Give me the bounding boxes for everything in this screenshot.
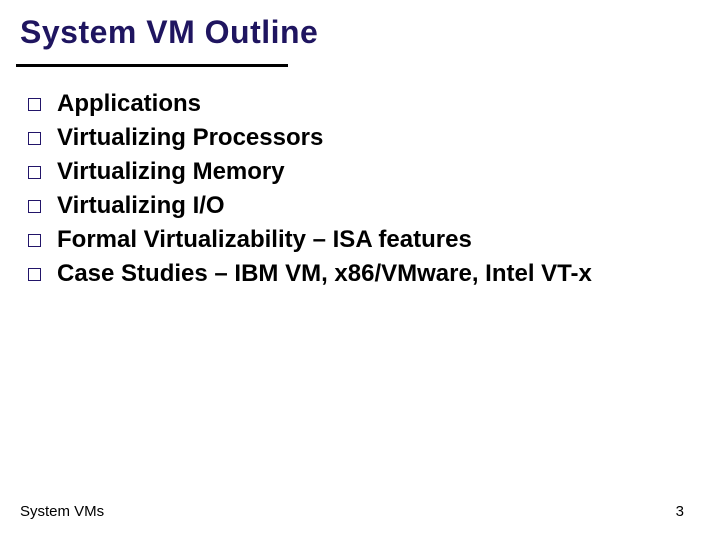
list-item-text: Virtualizing Processors — [57, 122, 323, 154]
title-underline — [16, 64, 288, 67]
list-item-text: Virtualizing Memory — [57, 156, 285, 188]
slide-title: System VM Outline — [20, 14, 318, 51]
footer-label: System VMs — [20, 503, 104, 520]
list-item: Virtualizing I/O — [28, 190, 700, 222]
square-bullet-icon — [28, 268, 41, 281]
list-item: Applications — [28, 88, 700, 120]
list-item-text: Formal Virtualizability – ISA features — [57, 224, 472, 256]
content-list: Applications Virtualizing Processors Vir… — [28, 88, 700, 292]
list-item-text: Virtualizing I/O — [57, 190, 225, 222]
list-item: Virtualizing Processors — [28, 122, 700, 154]
square-bullet-icon — [28, 200, 41, 213]
square-bullet-icon — [28, 166, 41, 179]
list-item: Virtualizing Memory — [28, 156, 700, 188]
square-bullet-icon — [28, 98, 41, 111]
square-bullet-icon — [28, 132, 41, 145]
list-item-text: Applications — [57, 88, 201, 120]
list-item-text: Case Studies – IBM VM, x86/VMware, Intel… — [57, 258, 592, 290]
square-bullet-icon — [28, 234, 41, 247]
slide: System VM Outline Applications Virtualiz… — [0, 0, 720, 540]
page-number: 3 — [676, 503, 684, 520]
list-item: Case Studies – IBM VM, x86/VMware, Intel… — [28, 258, 700, 290]
list-item: Formal Virtualizability – ISA features — [28, 224, 700, 256]
